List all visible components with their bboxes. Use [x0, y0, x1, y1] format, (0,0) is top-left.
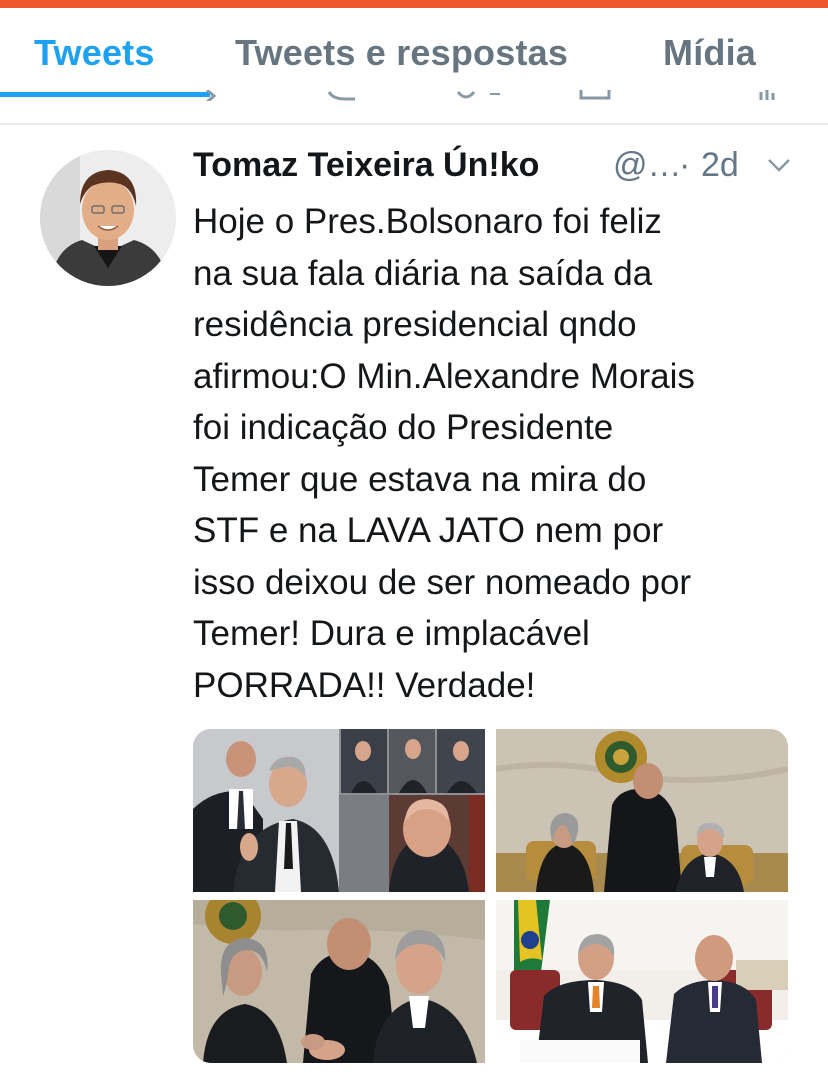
- divider: [0, 123, 828, 125]
- photo-ceremony-image: [496, 729, 788, 892]
- tweet-text-line: PORRADA!! Verdade!: [193, 665, 536, 705]
- photo-signing-image: [496, 900, 788, 1063]
- tweet-text-line: Hoje o Pres.Bolsonaro foi feliz: [193, 202, 662, 241]
- photo-greeting-image: [193, 900, 485, 1063]
- media-photo-1[interactable]: [193, 729, 485, 892]
- tweet-header: Tomaz Teixeira Ún!ko @… · 2d: [193, 146, 813, 192]
- tweet-text-line: Temer que estava na mira do: [193, 459, 647, 499]
- tweet-timestamp[interactable]: 2d: [701, 146, 739, 185]
- media-photo-3[interactable]: [193, 900, 485, 1063]
- separator-dot: ·: [679, 146, 691, 184]
- tweet-text: Hoje o Pres.Bolsonaro foi feliz na sua f…: [193, 196, 803, 711]
- photo-collage-image: [193, 729, 485, 892]
- author-name[interactable]: Tomaz Teixeira Ún!ko: [193, 146, 539, 185]
- avatar[interactable]: [40, 150, 176, 286]
- tweet-text-line: Temer! Dura e implacável: [193, 614, 590, 653]
- previous-tweet-action-icons: [206, 89, 775, 101]
- tweet-text-line: isso deixou de ser nomeado por: [193, 562, 692, 602]
- media-photo-2[interactable]: [496, 729, 788, 892]
- media-photo-4[interactable]: [496, 900, 788, 1063]
- tab-tweets[interactable]: Tweets: [34, 32, 155, 74]
- previous-tweet-actions: [0, 89, 828, 101]
- tweet-text-line: STF e na LAVA JATO nem por: [193, 511, 664, 550]
- author-handle[interactable]: @…: [613, 146, 682, 185]
- tweet-text-line: foi indicação do Presidente: [193, 408, 614, 447]
- top-accent-bar: [0, 0, 828, 8]
- tweet-text-line: na sua fala diária na saída da: [193, 253, 653, 293]
- avatar-photo: [40, 150, 176, 286]
- tweet-text-line: residência presidencial qndo: [193, 305, 637, 344]
- tweet-text-line: afirmou:O Min.Alexandre Morais: [193, 356, 695, 396]
- chevron-down-icon[interactable]: [766, 156, 792, 174]
- media-grid: [193, 729, 788, 1063]
- profile-tabs: Tweets Tweets e respostas Mídia: [0, 8, 828, 97]
- tab-midia[interactable]: Mídia: [663, 32, 756, 74]
- tab-tweets-e-respostas[interactable]: Tweets e respostas: [235, 32, 568, 74]
